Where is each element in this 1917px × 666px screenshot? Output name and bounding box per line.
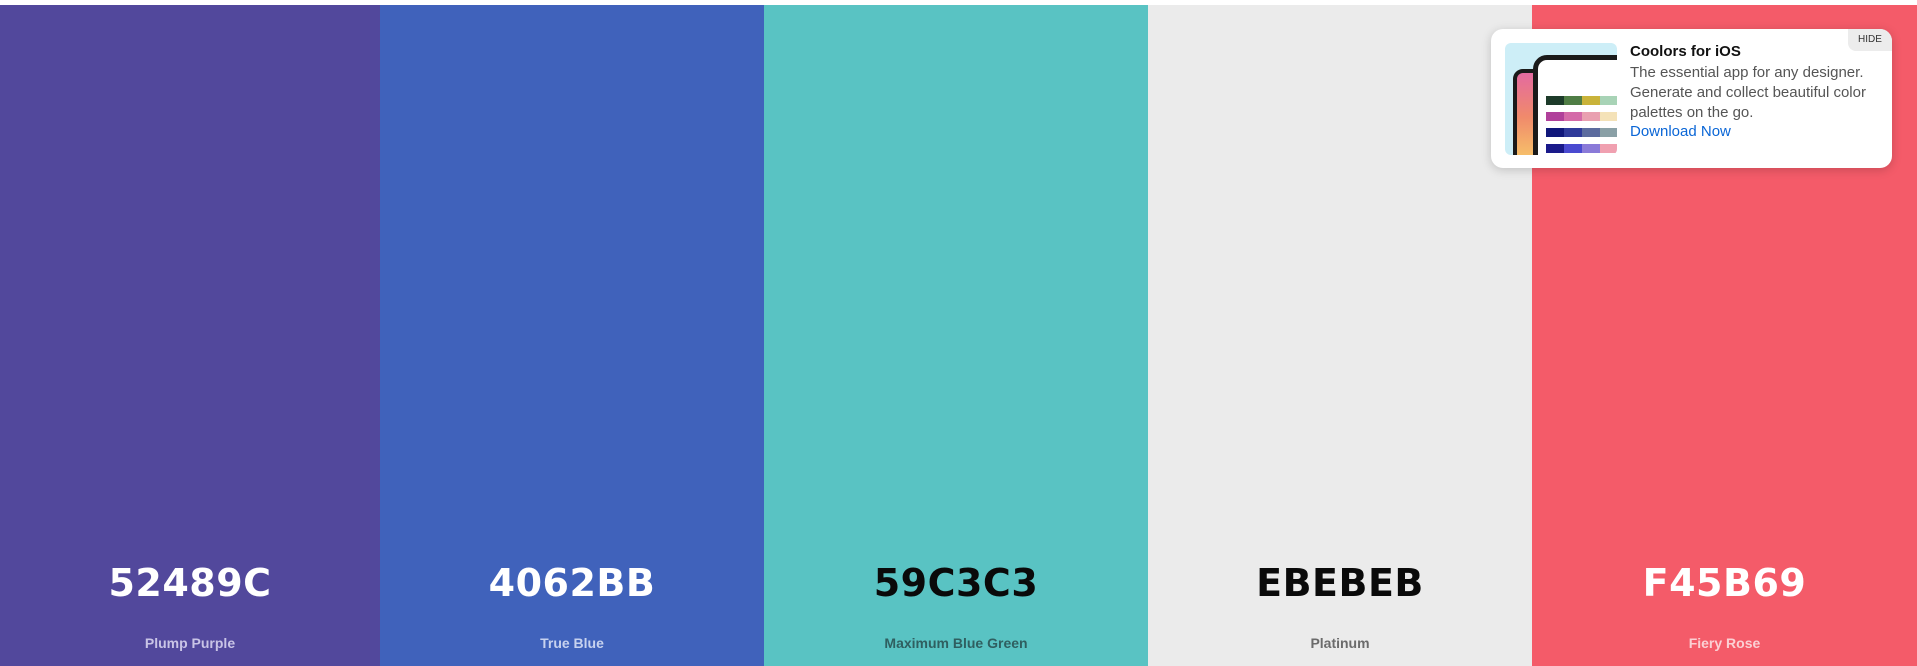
hex-code[interactable]: 52489C bbox=[0, 561, 380, 605]
color-swatch-platinum[interactable]: EBEBEB Platinum bbox=[1148, 5, 1532, 666]
color-name[interactable]: True Blue bbox=[380, 635, 764, 651]
color-swatch-maximum-blue-green[interactable]: 59C3C3 Maximum Blue Green bbox=[764, 5, 1148, 666]
promo-description: The essential app for any designer. Gene… bbox=[1630, 64, 1866, 121]
color-swatch-true-blue[interactable]: 4062BB True Blue bbox=[380, 5, 764, 666]
color-name[interactable]: Fiery Rose bbox=[1532, 635, 1917, 651]
promo-title: Coolors for iOS bbox=[1630, 43, 1741, 60]
color-name[interactable]: Maximum Blue Green bbox=[764, 635, 1148, 651]
color-swatch-plump-purple[interactable]: 52489C Plump Purple bbox=[0, 5, 380, 666]
color-name[interactable]: Plump Purple bbox=[0, 635, 380, 651]
hex-code[interactable]: 59C3C3 bbox=[764, 561, 1148, 605]
color-name[interactable]: Platinum bbox=[1148, 635, 1532, 651]
phone-app-preview-icon[interactable] bbox=[1505, 43, 1617, 155]
phone-front-shape bbox=[1533, 55, 1617, 155]
hex-code[interactable]: EBEBEB bbox=[1148, 561, 1532, 605]
hex-code[interactable]: 4062BB bbox=[380, 561, 764, 605]
hide-button[interactable]: HIDE bbox=[1848, 29, 1892, 51]
download-now-link[interactable]: Download Now bbox=[1630, 123, 1731, 140]
hex-code[interactable]: F45B69 bbox=[1532, 561, 1917, 605]
ios-app-promo-card: Coolors for iOS The essential app for an… bbox=[1491, 29, 1892, 168]
